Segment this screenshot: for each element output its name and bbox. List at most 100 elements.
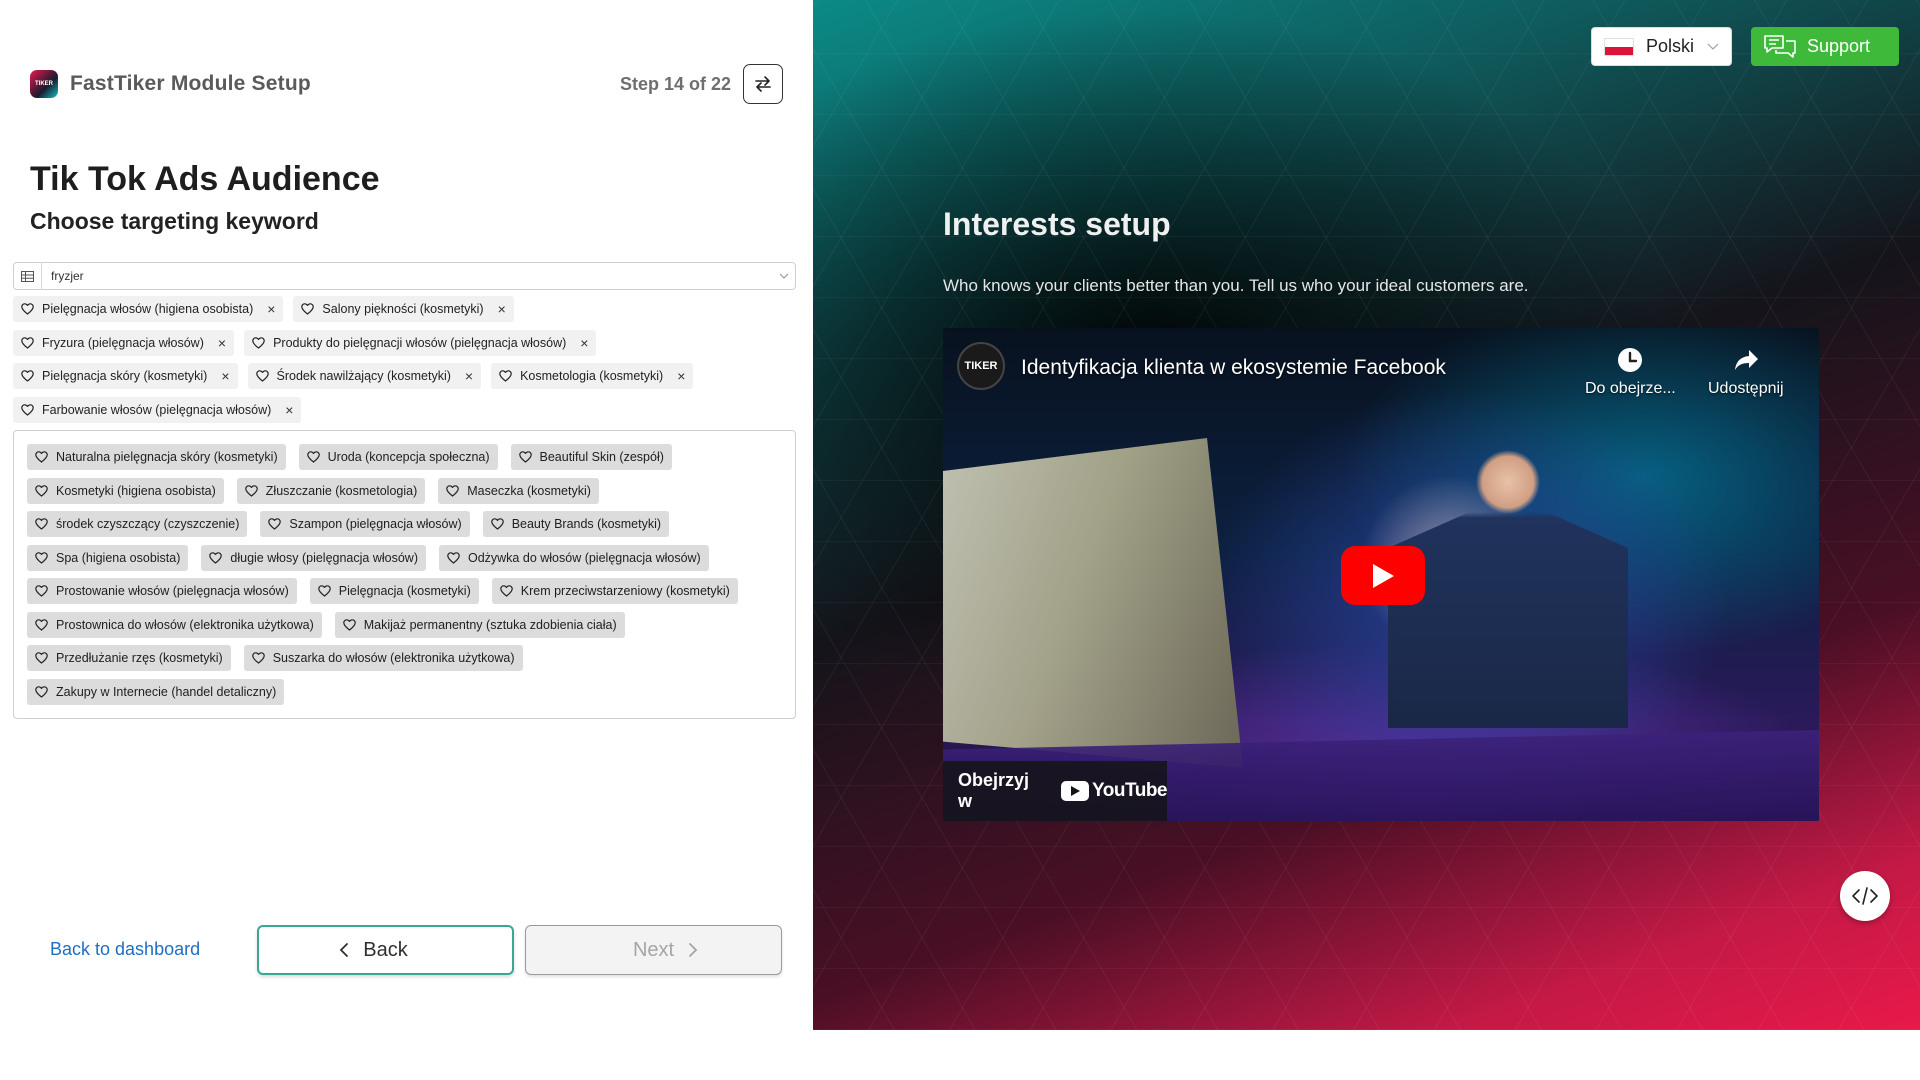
suggested-keyword-chip[interactable]: długie włosy (pielęgnacja włosów) (201, 544, 426, 571)
share-icon (1734, 350, 1758, 370)
remove-keyword-button[interactable]: × (267, 301, 275, 317)
keyword-label: Naturalna pielęgnacja skóry (kosmetyki) (56, 450, 278, 464)
selected-keyword-chip: Fryzura (pielęgnacja włosów) × (13, 329, 235, 356)
selected-row: Pielęgnacja włosów (higiena osobista) × Sa… (13, 296, 796, 322)
suggested-keyword-chip[interactable]: Prostownica do włosów (elektronika użytk… (27, 611, 322, 638)
suggested-keyword-chip[interactable]: Odżywka do włosów (pielęgnacja włosów) (438, 544, 709, 571)
back-button-label: Back (363, 938, 408, 961)
heart-icon[interactable] (255, 370, 269, 382)
chat-icon (1764, 34, 1796, 58)
heart-icon (251, 652, 265, 664)
heart-icon[interactable] (499, 370, 512, 382)
switch-button[interactable] (743, 64, 783, 104)
support-button[interactable]: Support (1751, 27, 1899, 66)
back-to-dashboard-link[interactable]: Back to dashboard (50, 939, 200, 960)
logo-text: TIKER (35, 81, 53, 87)
keyword-label: Makijaż permanentny (sztuka zdobienia ci… (363, 617, 617, 632)
next-button[interactable]: Next (525, 925, 782, 975)
remove-keyword-button[interactable]: × (218, 335, 226, 351)
suggested-keyword-chip[interactable]: Krem przeciwstarzeniowy (kosmetyki) (491, 578, 738, 604)
code-icon (1852, 887, 1878, 905)
chevron-right-icon (689, 943, 698, 957)
heart-icon[interactable] (301, 303, 315, 315)
keyword-label: Szampon (pielęgnacja włosów) (289, 517, 462, 531)
channel-logo-text: TIKER (964, 360, 998, 372)
heart-icon (35, 551, 48, 564)
suggested-keyword-chip[interactable]: Złuszczanie (kosmetologia) (236, 477, 426, 504)
remove-keyword-button[interactable]: × (498, 301, 506, 317)
keyword-label: Fryzura (pielęgnacja włosów) (42, 335, 204, 350)
suggested-keyword-chip[interactable]: Beauty Brands (kosmetyki) (482, 511, 670, 537)
suggested-keyword-chip[interactable]: Zakupy w Internecie (handel detaliczny) (27, 678, 285, 705)
chevron-down-icon (1707, 43, 1719, 50)
embed-code-button[interactable] (1840, 871, 1890, 921)
heart-icon (268, 518, 282, 530)
remove-keyword-button[interactable]: × (465, 368, 473, 384)
heart-icon (446, 484, 460, 497)
keyword-label: długie włosy (pielęgnacja włosów) (230, 550, 418, 565)
heart-icon[interactable] (21, 303, 34, 315)
selected-keyword-chip: Pielęgnacja skóry (kosmetyki) × (13, 363, 238, 389)
keyword-search[interactable] (13, 262, 796, 290)
heart-icon (35, 652, 48, 664)
info-panel: Polski Support Interests setup Who knows… (813, 0, 1920, 1030)
suggested-keyword-chip[interactable]: Przedłużanie rzęs (kosmetyki) (27, 645, 231, 671)
heart-icon (490, 518, 504, 530)
search-input[interactable] (42, 263, 773, 289)
heart-icon[interactable] (252, 336, 265, 349)
watch-on-youtube-button[interactable]: Obejrzyj w YouTube (943, 761, 1167, 821)
share-button[interactable]: Udostępnij (1708, 346, 1784, 398)
heart-icon (447, 551, 460, 564)
heart-icon (35, 451, 48, 463)
keyword-label: Produkty do pielęgnacji włosów (pielęgna… (273, 335, 567, 350)
selected-keyword-chip: Produkty do pielęgnacji włosów (pielęgna… (244, 329, 597, 356)
suggestion-row: Zakupy w Internecie (handel detaliczny) (27, 678, 795, 705)
suggestion-row: środek czyszczący (czyszczenie) Szampon (… (27, 511, 795, 537)
channel-avatar[interactable]: TIKER (957, 342, 1005, 390)
suggestion-row: Kosmetyki (higiena osobista) Złuszczanie … (27, 477, 795, 504)
play-button[interactable] (1341, 546, 1425, 605)
heart-icon[interactable] (21, 403, 34, 416)
remove-keyword-button[interactable]: × (221, 368, 229, 384)
video-player[interactable]: TIKER Identyfikacja klienta w ekosystemi… (943, 328, 1819, 821)
step-indicator: Step 14 of 22 (619, 73, 731, 94)
heart-icon[interactable] (21, 336, 34, 349)
language-select[interactable]: Polski (1591, 27, 1732, 66)
heart-icon (35, 585, 48, 597)
heart-icon (244, 484, 258, 497)
watch-later-button[interactable]: Do obejrze... (1585, 346, 1676, 398)
selected-keyword-chip: Kosmetologia (kosmetyki) × (491, 363, 694, 389)
suggested-keyword-chip[interactable]: Uroda (koncepcja społeczna) (298, 444, 498, 470)
suggested-keyword-chip[interactable]: Kosmetyki (higiena osobista) (27, 477, 224, 504)
suggested-keyword-chip[interactable]: Prostowanie włosów (pielęgnacja włosów) (27, 578, 297, 604)
suggested-keyword-chip[interactable]: Beautiful Skin (zespół) (510, 444, 672, 470)
remove-keyword-button[interactable]: × (580, 335, 588, 351)
suggested-keyword-chip[interactable]: Maseczka (kosmetyki) (438, 477, 599, 504)
suggested-keyword-chip[interactable]: Pielęgnacja (kosmetyki) (309, 578, 479, 604)
heart-icon (35, 685, 48, 698)
keyword-label: Odżywka do włosów (pielęgnacja włosów) (467, 550, 701, 565)
back-button[interactable]: Back (257, 925, 514, 975)
youtube-logo: YouTube (1061, 780, 1167, 802)
suggested-keyword-chip[interactable]: Suszarka do włosów (elektronika użytkowa… (243, 645, 523, 671)
suggested-keyword-chip[interactable]: Makijaż permanentny (sztuka zdobienia ci… (334, 611, 625, 638)
keyword-label: Zakupy w Internecie (handel detaliczny) (56, 684, 277, 699)
selected-keyword-chip: Salony piękności (kosmetyki) × (293, 296, 514, 322)
suggested-keyword-chip[interactable]: Szampon (pielęgnacja włosów) (260, 511, 470, 537)
suggested-keyword-chip[interactable]: Naturalna pielęgnacja skóry (kosmetyki) (27, 444, 286, 470)
selected-row: Fryzura (pielęgnacja włosów) × Produkty do… (13, 329, 796, 356)
remove-keyword-button[interactable]: × (285, 402, 293, 418)
topbar: TIKER FastTiker Module Setup Step 14 of … (30, 64, 783, 104)
heart-icon[interactable] (21, 370, 34, 382)
remove-keyword-button[interactable]: × (677, 368, 685, 384)
chevron-down-icon[interactable] (773, 273, 795, 279)
suggested-keywords: Naturalna pielęgnacja skóry (kosmetyki) U… (13, 430, 796, 719)
keyword-label: Kosmetyki (higiena osobista) (56, 483, 216, 498)
suggested-keyword-chip[interactable]: Spa (higiena osobista) (27, 544, 189, 571)
video-title[interactable]: Identyfikacja klienta w ekosystemie Face… (1021, 356, 1446, 380)
clock-icon (1618, 348, 1643, 372)
page-title: Tik Tok Ads Audience (30, 160, 380, 198)
keyword-label: Przedłużanie rzęs (kosmetyki) (56, 651, 223, 665)
suggested-keyword-chip[interactable]: środek czyszczący (czyszczenie) (27, 511, 248, 537)
suggestion-row: Przedłużanie rzęs (kosmetyki) Suszarka do… (27, 645, 795, 671)
